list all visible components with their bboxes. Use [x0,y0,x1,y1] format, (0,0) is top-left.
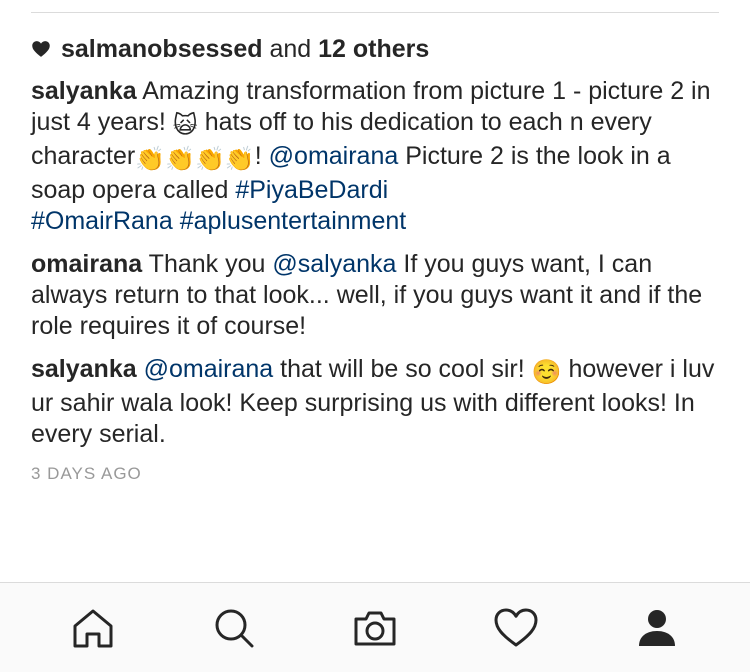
comment-emoji: 🙀 [172,111,198,139]
mention-link[interactable]: @salyanka [272,250,396,278]
profile-icon [639,609,676,646]
comment-text: ! [254,142,269,170]
top-divider [31,12,719,13]
post-timestamp: 3 DAYS AGO [31,464,142,483]
bottom-tab-bar [0,582,750,672]
hashtag-link[interactable]: #aplusentertainment [180,207,407,235]
comment-username[interactable]: omairana [31,250,142,278]
tab-profile[interactable] [627,598,687,658]
liker-username[interactable]: salmanobsessed [61,30,263,68]
comment-emoji: 👏👏👏👏 [135,145,255,173]
likes-connector: and [262,35,319,63]
tab-search[interactable] [204,598,264,658]
comment-emoji: ☺️ [531,358,562,386]
tab-home[interactable] [63,598,123,658]
comment: omairana Thank you @salyanka If you guys… [31,249,721,342]
comment-username[interactable]: salyanka [31,355,137,383]
heart-icon [494,608,538,646]
comment-text: that will be so cool sir! [273,355,532,383]
comment: salyanka @omairana that will be so cool … [31,354,721,450]
tab-activity[interactable] [486,598,546,658]
hashtag-link[interactable]: #PiyaBeDardi [235,176,388,204]
comment: salyanka Amazing transformation from pic… [31,76,721,237]
tab-camera[interactable] [345,598,405,658]
comment-username[interactable]: salyanka [31,77,137,105]
mention-link[interactable]: @omairana [144,355,274,383]
camera-icon [354,611,396,645]
hashtag-link[interactable]: #OmairRana [31,207,173,235]
heart-filled-icon [32,41,50,57]
mention-link[interactable]: @omairana [269,142,399,170]
home-icon [73,609,113,647]
likes-others[interactable]: 12 others [318,30,429,68]
comment-text: Thank you [148,250,273,278]
post-comments-section: salmanobsessed and 12 others salyanka Am… [31,30,721,484]
search-icon [215,609,254,647]
likes-summary[interactable]: salmanobsessed and 12 others [31,30,721,68]
